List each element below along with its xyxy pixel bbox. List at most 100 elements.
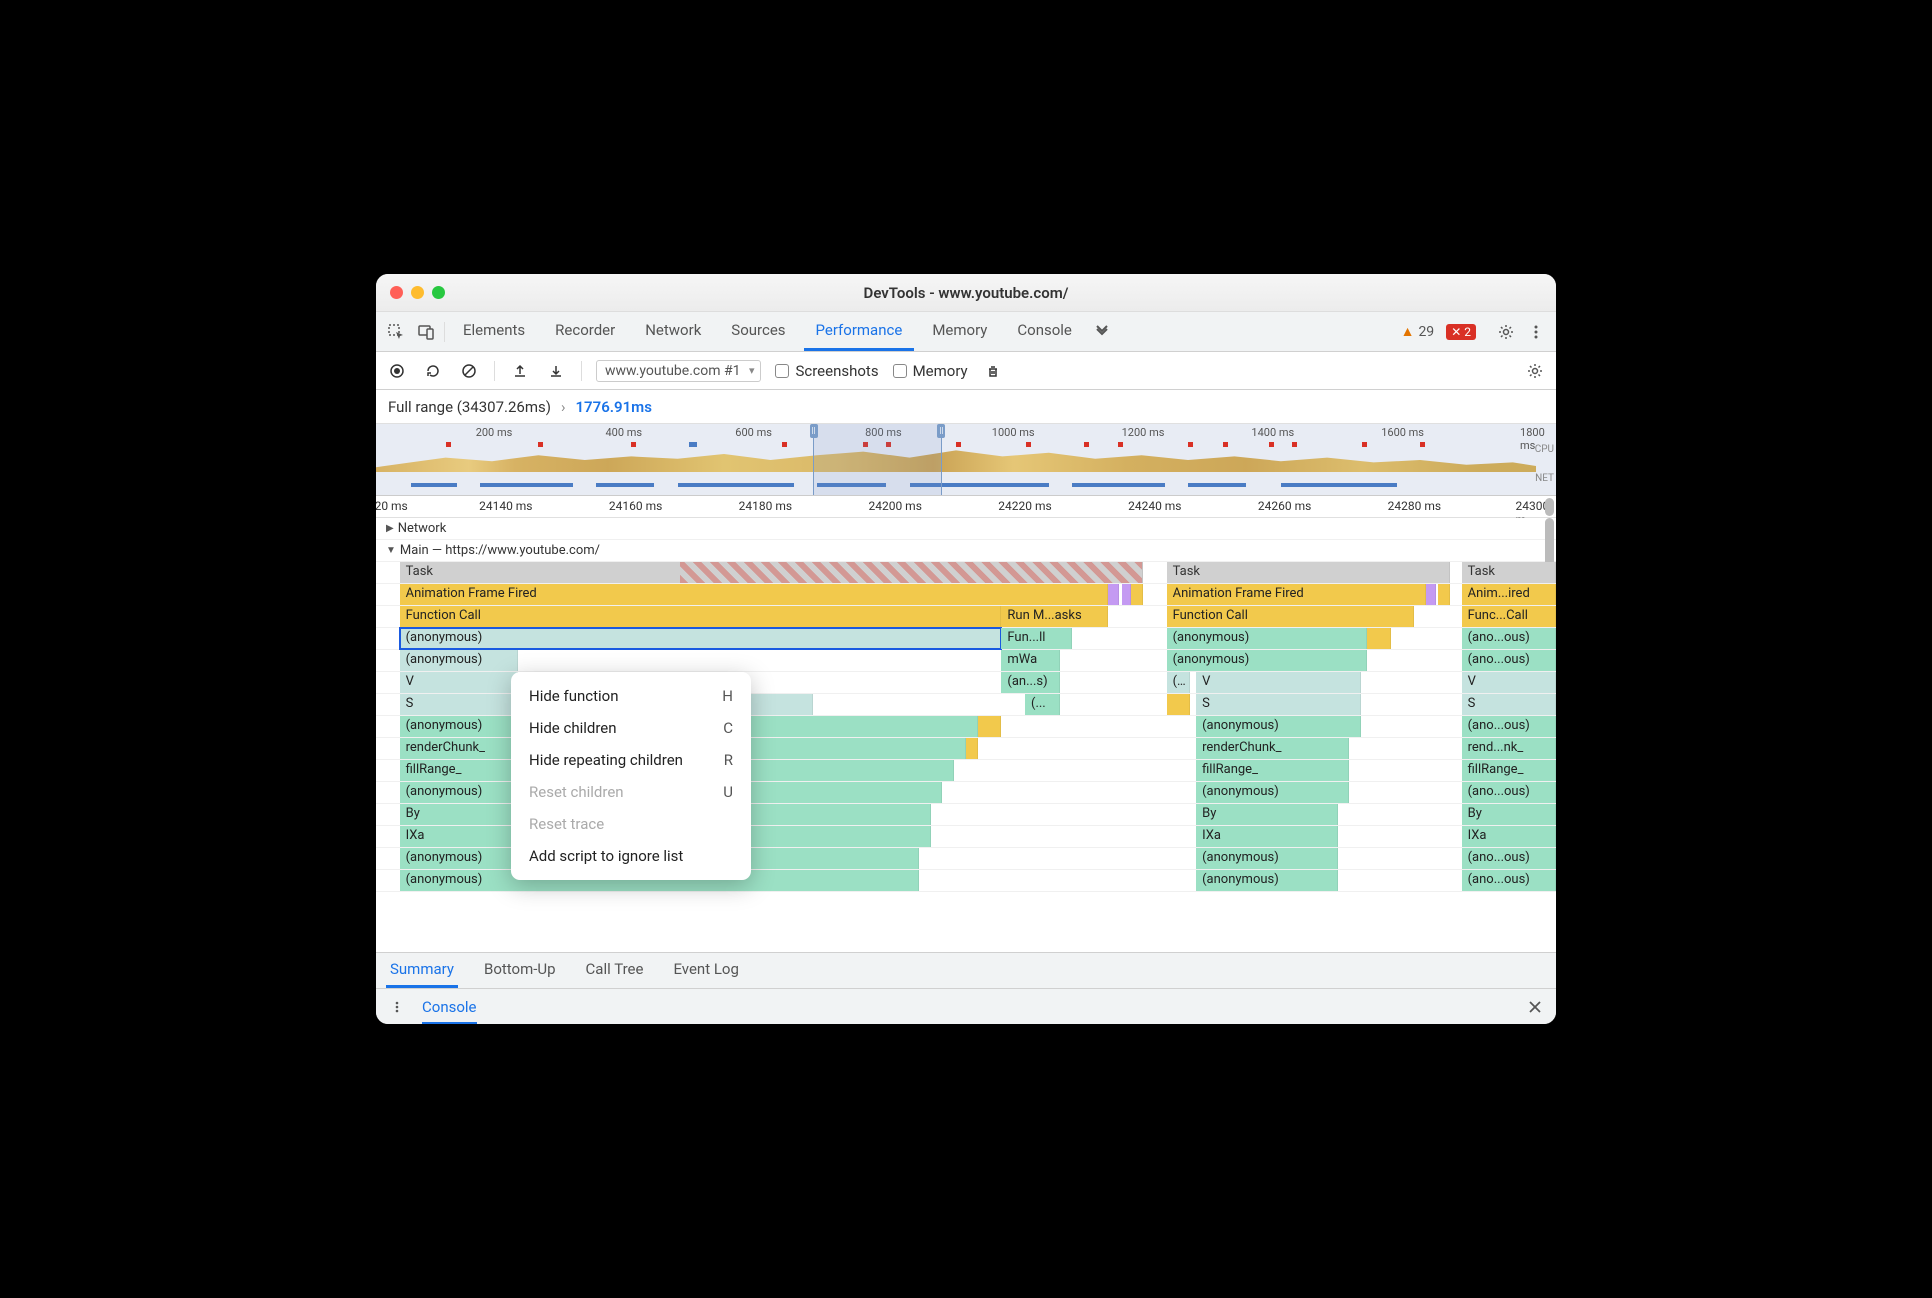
vertical-scrollbar-thumb[interactable] — [1545, 498, 1554, 516]
btab-summary[interactable]: Summary — [386, 953, 458, 988]
btab-event-log[interactable]: Event Log — [669, 953, 742, 988]
bar-orange[interactable] — [1367, 628, 1391, 649]
range-full[interactable]: Full range (34307.26ms) — [388, 398, 551, 416]
bar-By[interactable]: By — [1462, 804, 1556, 825]
minimize-window-button[interactable] — [411, 286, 424, 299]
reload-record-button[interactable] — [422, 360, 444, 382]
tab-elements[interactable]: Elements — [451, 312, 537, 351]
bar-render[interactable]: renderChunk_ — [1196, 738, 1349, 759]
bar-fun[interactable]: Fun...ll — [1001, 628, 1072, 649]
tab-recorder[interactable]: Recorder — [543, 312, 627, 351]
btab-bottom-up[interactable]: Bottom-Up — [480, 953, 560, 988]
bar-anonymous[interactable]: (anonymous) — [1196, 782, 1349, 803]
bar-orange[interactable] — [978, 716, 1002, 737]
network-section-header[interactable]: ▶Network — [376, 518, 1556, 540]
bar-anonymous[interactable]: (anonymous) — [1167, 650, 1368, 671]
kebab-menu-icon[interactable] — [1524, 320, 1548, 344]
bar-anim[interactable]: Animation Frame Fired — [400, 584, 1108, 605]
bar-fill[interactable]: fillRange_ — [1462, 760, 1556, 781]
bar-run[interactable]: Run M...asks — [1001, 606, 1107, 627]
bar-anonymous[interactable]: (anonymous) — [1196, 848, 1338, 869]
tab-network[interactable]: Network — [633, 312, 713, 351]
bar-IXa[interactable]: IXa — [1462, 826, 1556, 847]
errors-badge[interactable]: ✕2 — [1446, 324, 1476, 340]
cpu-label: CPU — [1535, 444, 1554, 455]
download-button[interactable] — [545, 360, 567, 382]
ctx-add-ignore[interactable]: Add script to ignore list — [511, 840, 751, 872]
close-drawer-icon[interactable] — [1524, 996, 1546, 1018]
tab-sources[interactable]: Sources — [719, 312, 797, 351]
bar-orange[interactable] — [1167, 694, 1191, 715]
bar-V[interactable]: V — [1196, 672, 1361, 693]
bar-anim[interactable] — [1438, 584, 1450, 605]
bar-anonymous[interactable]: (ano...ous) — [1462, 650, 1556, 671]
bar-func[interactable]: Function Call — [400, 606, 1002, 627]
warnings-badge[interactable]: ▲ 29 ✕2 — [1401, 323, 1476, 340]
bar-orange[interactable] — [966, 738, 978, 759]
bar-anonymous[interactable]: (ano...ous) — [1462, 782, 1556, 803]
garbage-collect-button[interactable] — [982, 360, 1004, 382]
tab-memory[interactable]: Memory — [920, 312, 999, 351]
btab-call-tree[interactable]: Call Tree — [582, 953, 648, 988]
selection-handle-left[interactable]: || — [810, 424, 818, 438]
device-toggle-icon[interactable] — [414, 320, 438, 344]
overview-selection[interactable]: || || — [813, 424, 943, 495]
inspect-element-icon[interactable] — [384, 320, 408, 344]
range-selected[interactable]: 1776.91ms — [575, 398, 651, 416]
bar-anonymous[interactable]: (anonymous) — [400, 650, 518, 671]
bar-purple[interactable] — [1426, 584, 1435, 605]
bar-purple[interactable] — [1122, 584, 1131, 605]
selection-handle-right[interactable]: || — [937, 424, 945, 438]
bar-task[interactable]: Task — [1167, 562, 1450, 583]
drawer-menu-icon[interactable] — [386, 996, 408, 1018]
bar-anonymous[interactable]: (anonymous) — [1196, 716, 1361, 737]
bar-anonymous[interactable]: (ano...ous) — [1462, 870, 1556, 891]
screenshots-checkbox[interactable]: Screenshots — [775, 362, 878, 380]
capture-settings-icon[interactable] — [1524, 360, 1546, 382]
bar-paren[interactable]: (... — [1025, 694, 1060, 715]
console-tab[interactable]: Console — [422, 998, 477, 1024]
ctx-hide-children[interactable]: Hide childrenC — [511, 712, 751, 744]
recording-select[interactable]: www.youtube.com #1 — [596, 360, 761, 382]
bar-func[interactable]: Function Call — [1167, 606, 1415, 627]
bar-task[interactable]: Task — [1462, 562, 1556, 583]
bar-anonymous[interactable]: (anonymous) — [1167, 628, 1368, 649]
tab-performance[interactable]: Performance — [804, 312, 915, 351]
bar-IXa[interactable]: IXa — [1196, 826, 1338, 847]
settings-icon[interactable] — [1494, 320, 1518, 344]
bar-V[interactable]: V — [1462, 672, 1556, 693]
bar-anim[interactable]: Anim...ired — [1462, 584, 1556, 605]
bar-anim[interactable] — [1131, 584, 1143, 605]
bar-task[interactable]: Task — [400, 562, 1143, 583]
timeline-overview[interactable]: 200 ms 400 ms 600 ms 800 ms 1000 ms 1200… — [376, 424, 1556, 496]
bar-S[interactable]: S — [1462, 694, 1556, 715]
bar-purple[interactable] — [1108, 584, 1120, 605]
bar-func[interactable]: Func...Call — [1462, 606, 1556, 627]
bar-S[interactable]: S — [1196, 694, 1361, 715]
memory-checkbox[interactable]: Memory — [893, 362, 968, 380]
more-tabs-icon[interactable] — [1090, 320, 1114, 344]
bar-anonymous[interactable]: (anonymous) — [1196, 870, 1338, 891]
close-window-button[interactable] — [390, 286, 403, 299]
zoom-window-button[interactable] — [432, 286, 445, 299]
context-menu: Hide functionH Hide childrenC Hide repea… — [511, 672, 751, 880]
bar-render[interactable]: rend...nk_ — [1462, 738, 1556, 759]
record-button[interactable] — [386, 360, 408, 382]
ctx-hide-repeating[interactable]: Hide repeating childrenR — [511, 744, 751, 776]
bar-anim[interactable]: Animation Frame Fired — [1167, 584, 1427, 605]
bar-mwa[interactable]: mWa — [1001, 650, 1060, 671]
main-section-header[interactable]: ▼Main — https://www.youtube.com/ — [376, 540, 1556, 562]
bar-paren[interactable]: (... — [1167, 672, 1191, 693]
bar-fill[interactable]: fillRange_ — [1196, 760, 1349, 781]
clear-button[interactable] — [458, 360, 480, 382]
bar-ans[interactable]: (an...s) — [1001, 672, 1060, 693]
ctx-hide-function[interactable]: Hide functionH — [511, 680, 751, 712]
bar-V[interactable]: V — [400, 672, 518, 693]
tab-console[interactable]: Console — [1005, 312, 1084, 351]
bar-anonymous[interactable]: (ano...ous) — [1462, 628, 1556, 649]
bar-By[interactable]: By — [1196, 804, 1338, 825]
bar-anonymous[interactable]: (ano...ous) — [1462, 848, 1556, 869]
bar-anonymous[interactable]: (ano...ous) — [1462, 716, 1556, 737]
bar-anonymous-selected[interactable]: (anonymous) — [400, 628, 1002, 649]
upload-button[interactable] — [509, 360, 531, 382]
